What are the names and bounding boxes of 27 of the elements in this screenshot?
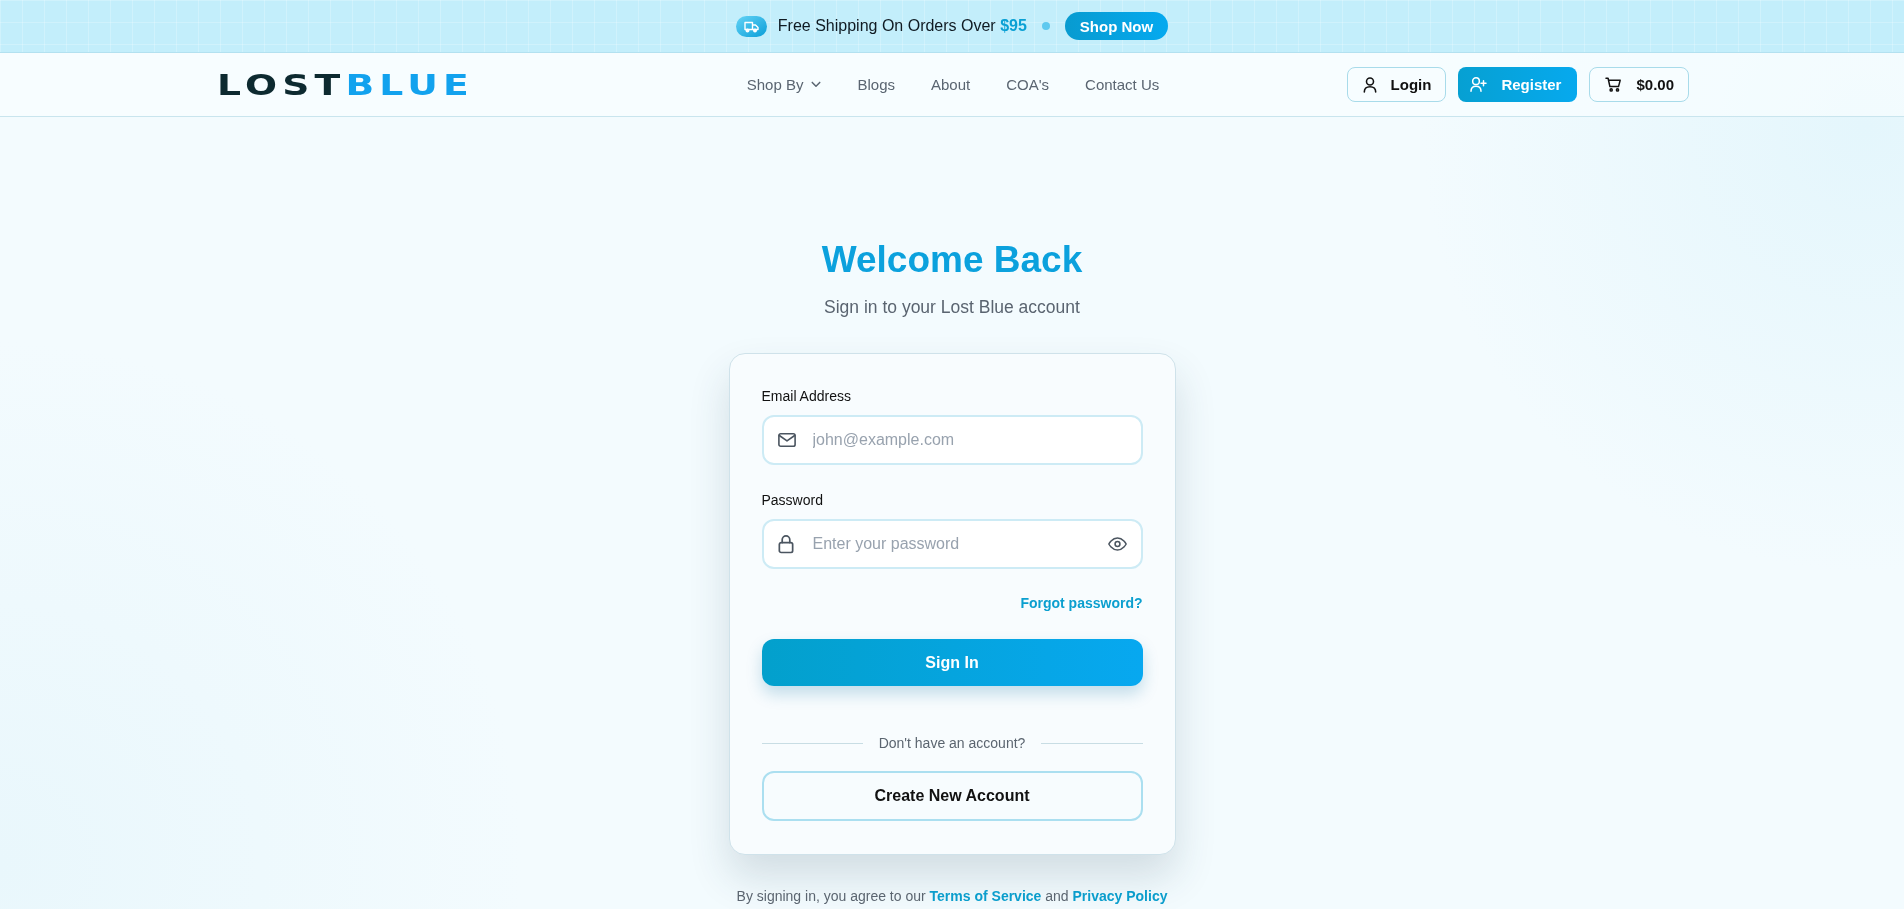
lock-icon [777,534,794,554]
nav-link[interactable]: Contact Us [1085,76,1160,93]
nav-link[interactable]: Shop By [746,76,822,93]
page-title: Welcome Back [821,238,1083,282]
cart-icon [1605,77,1623,92]
create-account-button[interactable]: Create New Account [761,771,1143,821]
promo-message: Free Shipping On Orders Over $95 [777,17,1027,35]
field-label: Password [761,491,824,510]
cart-button[interactable]: $0.00 [1589,67,1689,102]
page-subtitle: Sign in to your Lost Blue account [824,296,1080,319]
nav-link[interactable]: About [931,76,971,93]
nav-link[interactable]: Blogs [857,76,895,93]
dot-icon [1041,22,1050,30]
email-field[interactable]: john@example.com [761,415,1143,465]
divider-text: Don't have an account? [878,735,1026,751]
eye-icon[interactable] [1107,537,1127,551]
logo[interactable]: LOST BLUE [217,69,474,100]
user-icon [1362,76,1377,93]
nav-link[interactable]: COA's [1006,76,1050,93]
mail-icon [777,432,796,448]
chevron-down-icon [811,81,822,88]
password-field[interactable]: Enter your password [761,519,1143,569]
truck-icon [735,15,767,37]
legal-notice: By signing in, you agree to our Terms of Service and Privacy Policy [736,887,1168,905]
login-button[interactable]: Login [1346,67,1447,102]
user-plus-icon [1470,77,1488,92]
field-label: Email Address [761,387,852,406]
